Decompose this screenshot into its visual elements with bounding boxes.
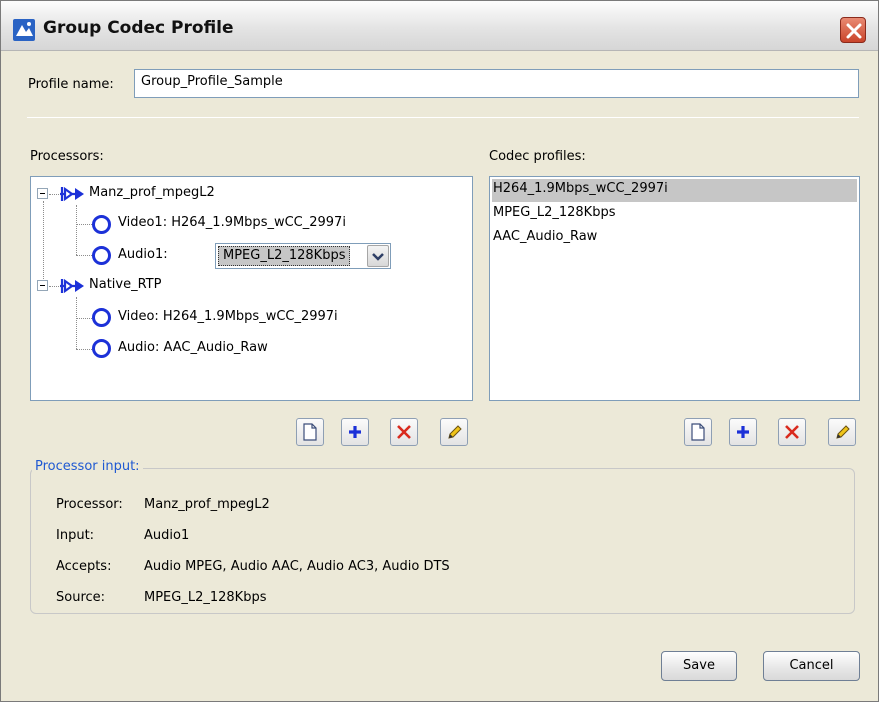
tree-node-processor[interactable]: Manz_prof_mpegL2 (89, 185, 215, 200)
profile-name-value: Group_Profile_Sample (141, 74, 283, 89)
new-codec-profile-button[interactable] (684, 418, 712, 446)
new-document-icon (303, 423, 317, 441)
cancel-button[interactable]: Cancel (763, 651, 860, 681)
accepts-value: Audio MPEG, Audio AAC, Audio AC3, Audio … (144, 559, 450, 574)
tree-node-input[interactable]: Video: H264_1.9Mbps_wCC_2997i (118, 309, 338, 324)
edit-icon (448, 425, 462, 439)
tree-connector (76, 255, 92, 256)
delete-icon (785, 425, 799, 439)
tree-connector (76, 224, 92, 225)
codec-profiles-label: Codec profiles: (489, 149, 586, 164)
close-button[interactable] (840, 17, 866, 43)
processor-label: Processor: (56, 497, 123, 512)
tree-connector (76, 349, 92, 350)
chevron-down-icon (372, 253, 384, 261)
save-button[interactable]: Save (661, 651, 737, 681)
codec-profiles-list[interactable]: H264_1.9Mbps_wCC_2997i MPEG_L2_128Kbps A… (489, 176, 860, 401)
processor-value: Manz_prof_mpegL2 (144, 497, 270, 512)
accepts-label: Accepts: (56, 559, 112, 574)
processors-tree[interactable]: Manz_prof_mpegL2 Video1: H264_1.9Mbps_wC… (30, 176, 473, 401)
group-title: Processor input: (32, 459, 143, 474)
delete-processor-button[interactable] (390, 418, 418, 446)
separator (27, 117, 859, 118)
tree-node-input-label[interactable]: Audio1: (118, 247, 168, 262)
list-item[interactable]: H264_1.9Mbps_wCC_2997i (492, 179, 857, 202)
window-title: Group Codec Profile (43, 18, 234, 38)
tree-connector (76, 318, 92, 319)
list-item[interactable]: MPEG_L2_128Kbps (492, 203, 857, 226)
input-label: Input: (56, 528, 95, 543)
input-value: Audio1 (144, 528, 190, 543)
edit-codec-profile-button[interactable] (828, 418, 856, 446)
collapse-toggle[interactable] (37, 280, 48, 291)
source-combobox[interactable]: MPEG_L2_128Kbps (215, 243, 391, 269)
tree-connector (76, 205, 77, 255)
source-value: MPEG_L2_128Kbps (144, 590, 267, 605)
tree-node-input[interactable]: Video1: H264_1.9Mbps_wCC_2997i (118, 215, 346, 230)
tree-node-processor[interactable]: Native_RTP (89, 277, 161, 292)
input-circle-icon (92, 246, 111, 265)
processors-label: Processors: (30, 149, 104, 164)
delete-codec-profile-button[interactable] (778, 418, 806, 446)
input-circle-icon (92, 215, 111, 234)
source-label: Source: (56, 590, 106, 605)
add-processor-button[interactable] (341, 418, 369, 446)
edit-processor-button[interactable] (440, 418, 468, 446)
add-icon (349, 426, 361, 438)
title-bar[interactable]: Group Codec Profile (1, 1, 878, 51)
processor-icon (60, 278, 84, 294)
tree-connector (43, 201, 44, 287)
profile-name-label: Profile name: (28, 77, 114, 92)
delete-icon (397, 425, 411, 439)
dialog-window: Group Codec Profile Profile name: Group_… (0, 0, 879, 702)
collapse-toggle[interactable] (37, 188, 48, 199)
processor-icon (60, 186, 84, 202)
new-document-icon (691, 423, 705, 441)
combobox-value: MPEG_L2_128Kbps (218, 246, 351, 266)
edit-icon (836, 425, 850, 439)
tree-node-input[interactable]: Audio: AAC_Audio_Raw (118, 340, 268, 355)
new-processor-button[interactable] (296, 418, 324, 446)
profile-name-input[interactable]: Group_Profile_Sample (134, 69, 859, 98)
add-codec-profile-button[interactable] (729, 418, 757, 446)
add-icon (737, 426, 749, 438)
input-circle-icon (92, 308, 111, 327)
app-icon (13, 19, 35, 41)
input-circle-icon (92, 339, 111, 358)
close-icon (846, 23, 862, 39)
list-item[interactable]: AAC_Audio_Raw (492, 227, 857, 250)
tree-connector (76, 297, 77, 349)
combobox-dropdown-button[interactable] (367, 245, 389, 267)
